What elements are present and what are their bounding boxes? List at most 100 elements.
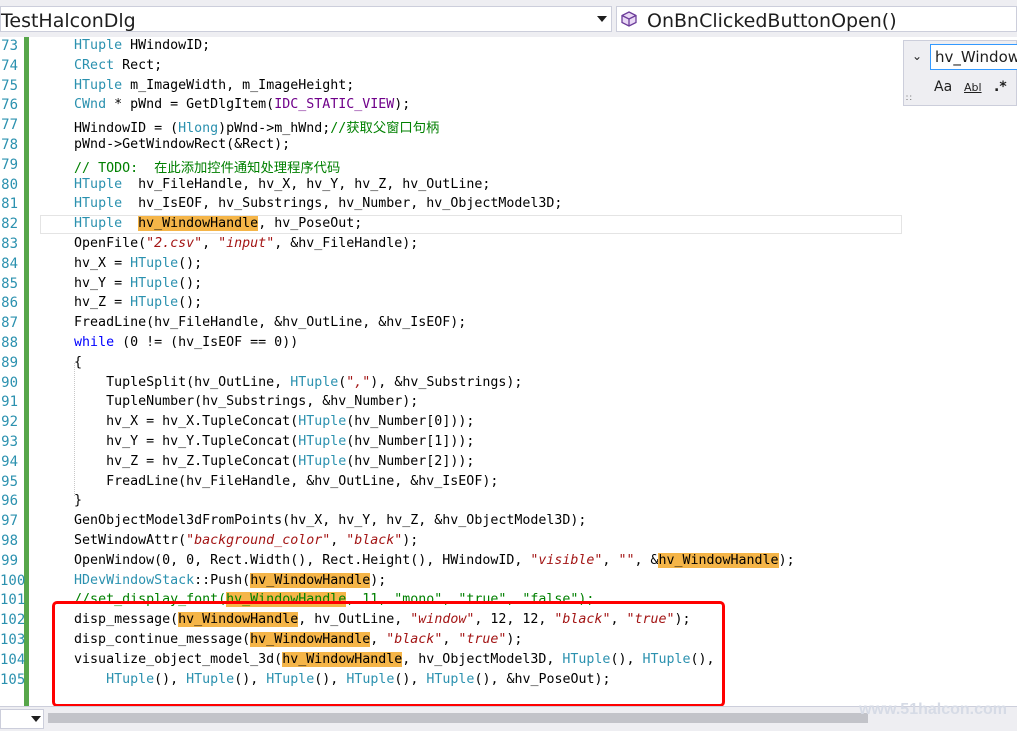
- code-token: );: [402, 533, 419, 548]
- match-whole-word-button[interactable]: Abl: [964, 81, 982, 94]
- code-token: TupleSplit(hv_OutLine,: [10, 374, 291, 390]
- code-line[interactable]: 85 hv_Y = HTuple();: [0, 275, 1017, 295]
- code-text: HTuple hv_WindowHandle, hv_PoseOut;: [10, 216, 363, 232]
- code-token: ,: [202, 236, 219, 251]
- code-text: HTuple m_ImageWidth, m_ImageHeight;: [10, 78, 354, 93]
- annotation-highlight-box: [52, 601, 725, 707]
- code-line[interactable]: 89 {: [0, 354, 1017, 374]
- code-token: TupleNumber(hv_Substrings, &hv_Number);: [10, 394, 419, 410]
- method-cube-icon: [621, 11, 637, 27]
- code-token: {: [10, 354, 83, 370]
- match-case-button[interactable]: Aa: [934, 79, 952, 95]
- code-line[interactable]: 87 FreadLine(hv_FileHandle, &hv_OutLine,…: [0, 314, 1017, 334]
- horizontal-scrollbar[interactable]: [48, 713, 868, 723]
- code-token: (0 != (hv_IsEOF == 0)): [114, 335, 299, 350]
- code-token: pWnd->GetWindowRect(&Rect);: [10, 137, 291, 152]
- code-token: ();: [178, 255, 203, 271]
- code-token: HTuple: [130, 295, 179, 311]
- code-text: {: [10, 355, 82, 370]
- code-line[interactable]: 78 pWnd->GetWindowRect(&Rect);: [0, 136, 1017, 156]
- code-token: ();: [178, 295, 203, 311]
- code-line[interactable]: 86 hv_Z = HTuple();: [0, 294, 1017, 314]
- code-text: hv_Z = HTuple();: [10, 295, 202, 310]
- code-line[interactable]: 95 FreadLine(hv_FileHandle, &hv_OutLine,…: [0, 473, 1017, 493]
- code-line[interactable]: 79 // TODO: 在此添加控件通知处理程序代码: [0, 156, 1017, 176]
- code-token: FreadLine(hv_FileHandle, &hv_OutLine, &h…: [10, 315, 467, 331]
- code-token: HTuple: [74, 176, 123, 192]
- code-line[interactable]: 97 GenObjectModel3dFromPoints(hv_X, hv_Y…: [0, 512, 1017, 532]
- code-line[interactable]: 82 HTuple hv_WindowHandle, hv_PoseOut;: [0, 215, 1017, 235]
- code-line[interactable]: 73 HTuple HWindowID;: [0, 37, 1017, 57]
- code-line[interactable]: 76 CWnd * pWnd = GetDlgItem(IDC_STATIC_V…: [0, 96, 1017, 116]
- code-token: hv_X = hv_X.TupleConcat(: [10, 414, 299, 430]
- code-token: "background_color": [186, 533, 331, 548]
- zoom-dropdown[interactable]: [0, 709, 44, 729]
- code-text: HDevWindowStack::Push(hv_WindowHandle);: [10, 572, 386, 588]
- code-line[interactable]: 80 HTuple hv_FileHandle, hv_X, hv_Y, hv_…: [0, 176, 1017, 196]
- code-token: HTuple: [130, 275, 179, 291]
- code-token: Rect;: [114, 57, 163, 73]
- code-text: FreadLine(hv_FileHandle, &hv_OutLine, &h…: [10, 474, 498, 489]
- code-token: "input": [218, 236, 275, 251]
- code-line[interactable]: 84 hv_X = HTuple();: [0, 255, 1017, 275]
- code-line[interactable]: 92 hv_X = hv_X.TupleConcat(HTuple(hv_Num…: [0, 413, 1017, 433]
- method-dropdown[interactable]: OnBnClickedButtonOpen(): [616, 6, 1017, 32]
- chevron-down-icon[interactable]: [597, 16, 607, 22]
- code-line[interactable]: 96 }: [0, 492, 1017, 512]
- code-line[interactable]: 81 HTuple hv_IsEOF, hv_Substrings, hv_Nu…: [0, 195, 1017, 215]
- code-token: // TODO: 在此添加控件通知处理程序代码: [74, 160, 341, 176]
- code-line[interactable]: 77 HWindowID = (Hlong)pWnd->m_hWnd;//获取父…: [0, 116, 1017, 136]
- code-token: //获取父窗口句柄: [330, 121, 440, 137]
- code-token: hv_Y = hv_Y.TupleConcat(: [10, 434, 299, 449]
- code-token: hv_WindowHandle: [250, 572, 371, 588]
- code-token: CWnd: [74, 97, 107, 113]
- code-line[interactable]: 90 TupleSplit(hv_OutLine, HTuple(","), &…: [0, 374, 1017, 394]
- code-line[interactable]: 91 TupleNumber(hv_Substrings, &hv_Number…: [0, 393, 1017, 413]
- code-token: hv_Z = hv_Z.TupleConcat(: [10, 453, 299, 469]
- code-text: TupleSplit(hv_OutLine, HTuple(","), &hv_…: [10, 375, 522, 390]
- code-token: HTuple: [74, 216, 123, 232]
- code-token: }: [10, 493, 83, 509]
- code-text: HWindowID = (Hlong)pWnd->m_hWnd;//获取父窗口句…: [10, 117, 439, 136]
- code-token: FreadLine(hv_FileHandle, &hv_OutLine, &h…: [10, 473, 499, 489]
- code-token: "2.csv": [146, 236, 203, 251]
- code-line[interactable]: 88 while (0 != (hv_IsEOF == 0)): [0, 334, 1017, 354]
- code-token: hv_Z =: [10, 295, 131, 311]
- code-line[interactable]: 99 OpenWindow(0, 0, Rect.Width(), Rect.H…: [0, 552, 1017, 572]
- code-text: FreadLine(hv_FileHandle, &hv_OutLine, &h…: [10, 315, 466, 330]
- find-input-field[interactable]: [931, 45, 1017, 69]
- find-input[interactable]: [930, 44, 1017, 70]
- code-token: CRect: [74, 57, 115, 73]
- chevron-down-icon[interactable]: ⌄: [912, 49, 922, 63]
- code-line[interactable]: 100 HDevWindowStack::Push(hv_WindowHandl…: [0, 572, 1017, 592]
- code-token: HTuple: [74, 38, 123, 53]
- code-line[interactable]: 93 hv_Y = hv_Y.TupleConcat(HTuple(hv_Num…: [0, 433, 1017, 453]
- code-line[interactable]: 98 SetWindowAttr("background_color", "bl…: [0, 532, 1017, 552]
- code-token: GenObjectModel3dFromPoints(hv_X, hv_Y, h…: [10, 513, 587, 529]
- code-token: (hv_Number[2]));: [346, 453, 475, 469]
- code-token: (hv_Number[0]));: [346, 414, 475, 430]
- code-token: (hv_Number[1]));: [346, 434, 475, 449]
- code-token: , hv_PoseOut;: [258, 216, 363, 232]
- code-token: ",": [346, 374, 371, 390]
- class-dropdown[interactable]: TestHalconDlg: [0, 6, 612, 32]
- code-token: hv_IsEOF, hv_Substrings, hv_Number, hv_O…: [122, 196, 563, 212]
- code-line[interactable]: 83 OpenFile("2.csv", "input", &hv_FileHa…: [0, 235, 1017, 255]
- resize-grip-icon[interactable]: ∷: [906, 93, 912, 104]
- code-token: hv_WindowHandle: [138, 216, 259, 232]
- code-token: m_ImageWidth, m_ImageHeight;: [122, 77, 355, 93]
- code-line[interactable]: 74 CRect Rect;: [0, 57, 1017, 77]
- chevron-down-icon[interactable]: [31, 716, 41, 722]
- code-text: SetWindowAttr("background_color", "black…: [10, 533, 418, 548]
- code-line[interactable]: 94 hv_Z = hv_Z.TupleConcat(HTuple(hv_Num…: [0, 453, 1017, 473]
- code-line[interactable]: 75 HTuple m_ImageWidth, m_ImageHeight;: [0, 77, 1017, 97]
- code-token: "visible": [530, 552, 603, 568]
- use-regex-button[interactable]: .*: [994, 79, 1007, 95]
